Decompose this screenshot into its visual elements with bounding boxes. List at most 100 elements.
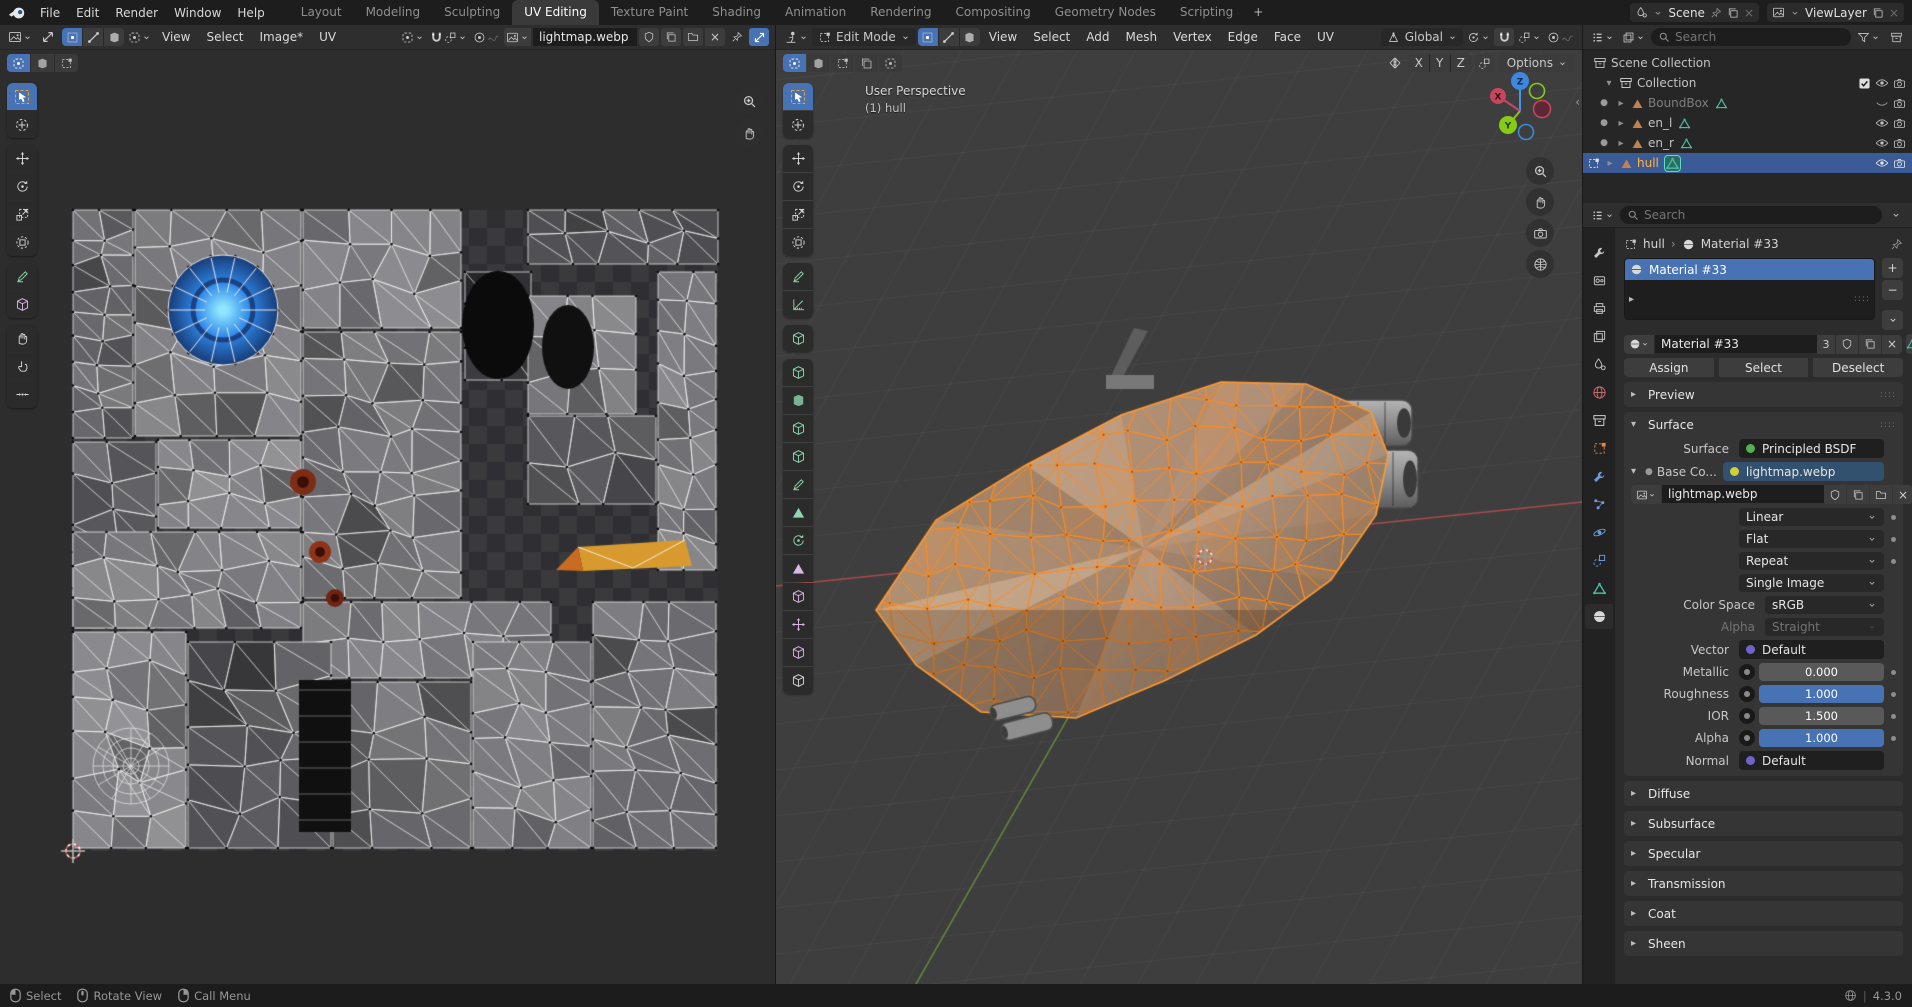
uv-image-name-field[interactable] xyxy=(533,28,637,46)
gizmo-z-neg[interactable] xyxy=(1519,125,1534,140)
decorator-dot[interactable] xyxy=(1891,515,1896,520)
vp-menu-uv[interactable]: UV xyxy=(1310,27,1341,47)
properties-options-button[interactable] xyxy=(1886,206,1906,224)
fake-user-shield-icon[interactable] xyxy=(639,28,659,46)
new-viewlayer-icon[interactable] xyxy=(1872,7,1884,19)
menu-render[interactable]: Render xyxy=(107,3,166,23)
menu-edit[interactable]: Edit xyxy=(68,3,107,23)
vp-tool-cursor[interactable] xyxy=(783,111,813,138)
mirror-x-toggle[interactable]: X xyxy=(1409,54,1429,72)
vp-tool-transform[interactable] xyxy=(783,229,813,256)
browse-image-button[interactable] xyxy=(1631,485,1661,504)
menu-window[interactable]: Window xyxy=(166,3,229,23)
alpha-slider[interactable]: 1.000 xyxy=(1759,729,1884,747)
viewport-editor-type-button[interactable] xyxy=(782,28,810,46)
menu-file[interactable]: File xyxy=(32,3,68,23)
vp-menu-vertex[interactable]: Vertex xyxy=(1166,27,1219,47)
select-mode-new-button[interactable] xyxy=(7,54,30,72)
uv-select-mode-face[interactable] xyxy=(104,28,124,46)
sheen-panel-header[interactable]: ▸Sheen xyxy=(1631,933,1896,954)
material-name-field[interactable] xyxy=(1655,335,1817,353)
expand-arrow[interactable]: ▸ xyxy=(1615,118,1627,129)
vp-menu-face[interactable]: Face xyxy=(1267,27,1308,47)
delete-scene-icon[interactable]: × xyxy=(1744,6,1754,20)
tab-geometry-nodes[interactable]: Geometry Nodes xyxy=(1043,0,1168,25)
eye-icon[interactable] xyxy=(1875,136,1889,150)
expand-arrow[interactable]: ▾ xyxy=(1603,78,1615,89)
expand-arrow[interactable]: ▸ xyxy=(1615,98,1627,109)
uv-snap-button[interactable] xyxy=(428,28,469,46)
surface-panel-header[interactable]: ▾ Surface :::: xyxy=(1631,414,1896,435)
image-name-field[interactable] xyxy=(1662,485,1824,503)
vp-tool-bevel[interactable] xyxy=(783,415,813,442)
select-mode-subtract-button[interactable] xyxy=(55,54,78,72)
camera-visibility-icon[interactable] xyxy=(1893,117,1906,130)
browse-material-button[interactable] xyxy=(1624,335,1654,354)
vp-tool-add-cube[interactable] xyxy=(783,325,813,352)
tab-output[interactable] xyxy=(1585,296,1613,321)
tab-physics[interactable] xyxy=(1585,520,1613,545)
uv-menu-view[interactable]: View xyxy=(155,27,197,47)
outliner-row-collection[interactable]: ▾ Collection xyxy=(1583,73,1912,93)
uv-zoom-button[interactable] xyxy=(735,87,763,115)
pin-icon[interactable] xyxy=(1710,7,1722,19)
uv-editor-type-button[interactable] xyxy=(6,28,34,46)
delete-viewlayer-icon[interactable]: × xyxy=(1889,6,1899,20)
vp-menu-add[interactable]: Add xyxy=(1079,27,1116,47)
pivot-point-button[interactable] xyxy=(1465,28,1492,46)
tab-shading[interactable]: Shading xyxy=(700,0,773,25)
material-slot-list[interactable]: Material #33 ▸ :::: xyxy=(1624,258,1875,320)
vp-menu-select[interactable]: Select xyxy=(1026,27,1077,47)
decorator-dot[interactable] xyxy=(1891,714,1896,719)
mirror-z-toggle[interactable]: Z xyxy=(1451,54,1471,72)
vp-tool-poly-build[interactable] xyxy=(783,499,813,526)
outliner-filter-button[interactable] xyxy=(1855,28,1882,46)
uv-tool-relax[interactable] xyxy=(7,353,37,380)
tab-compositing[interactable]: Compositing xyxy=(943,0,1042,25)
select-mode-invert-button[interactable] xyxy=(855,54,878,72)
blender-logo-icon[interactable] xyxy=(8,5,26,21)
mode-dropdown[interactable]: Edit Mode xyxy=(812,28,916,46)
breadcrumb-material[interactable]: Material #33 xyxy=(1701,237,1779,251)
uv-tool-rotate[interactable] xyxy=(7,173,37,200)
gizmo-x-neg[interactable] xyxy=(1534,101,1551,118)
select-mode-new-button[interactable] xyxy=(783,54,806,72)
tab-scene[interactable] xyxy=(1585,352,1613,377)
tab-tool[interactable] xyxy=(1585,240,1613,265)
breadcrumb-object[interactable]: hull xyxy=(1643,237,1665,251)
users-count-button[interactable]: 3 xyxy=(1817,335,1835,354)
checkbox-icon[interactable] xyxy=(1858,77,1871,90)
roughness-socket[interactable] xyxy=(1739,686,1755,702)
new-image-icon[interactable] xyxy=(661,28,681,46)
vp-tool-move[interactable] xyxy=(783,145,813,172)
uv-tool-scale[interactable] xyxy=(7,201,37,228)
decorator-dot[interactable] xyxy=(1891,670,1896,675)
uv-image-browse-button[interactable] xyxy=(504,28,531,46)
new-image-icon[interactable] xyxy=(1847,485,1869,504)
surface-shader-button[interactable]: Principled BSDF xyxy=(1739,439,1884,458)
list-resize-grip[interactable]: :::: xyxy=(1854,294,1870,305)
metallic-slider[interactable]: 0.000 xyxy=(1759,663,1884,681)
new-scene-icon[interactable] xyxy=(1727,7,1739,19)
decorator-dot[interactable] xyxy=(1891,537,1896,542)
properties-editor-type-button[interactable] xyxy=(1589,206,1616,224)
vp-tool-measure[interactable] xyxy=(783,291,813,318)
base-color-expand-arrow[interactable]: ▾ xyxy=(1631,466,1641,477)
uv-menu-select[interactable]: Select xyxy=(199,27,250,47)
tab-constraints[interactable] xyxy=(1585,548,1613,573)
unlink-material-icon[interactable]: × xyxy=(1882,335,1902,354)
vp-menu-mesh[interactable]: Mesh xyxy=(1119,27,1165,47)
open-image-folder-icon[interactable] xyxy=(683,28,703,46)
tab-sculpting[interactable]: Sculpting xyxy=(432,0,512,25)
new-material-icon[interactable] xyxy=(1859,335,1881,354)
expand-arrow[interactable]: ▸ xyxy=(1604,158,1616,169)
scene-selector[interactable]: Scene × xyxy=(1630,3,1759,22)
tab-animation[interactable]: Animation xyxy=(773,0,858,25)
uv-pin-image-icon[interactable] xyxy=(727,28,747,46)
interpolation-dropdown[interactable]: Linear xyxy=(1739,508,1884,526)
uv-tool-select-box[interactable] xyxy=(7,83,37,110)
eye-closed-icon[interactable] xyxy=(1875,96,1889,110)
uv-sticky-select-button[interactable] xyxy=(126,28,153,46)
panel-grip[interactable]: :::: xyxy=(1880,420,1896,430)
outliner-row-en-r[interactable]: ● ▸ en_r xyxy=(1583,133,1912,153)
